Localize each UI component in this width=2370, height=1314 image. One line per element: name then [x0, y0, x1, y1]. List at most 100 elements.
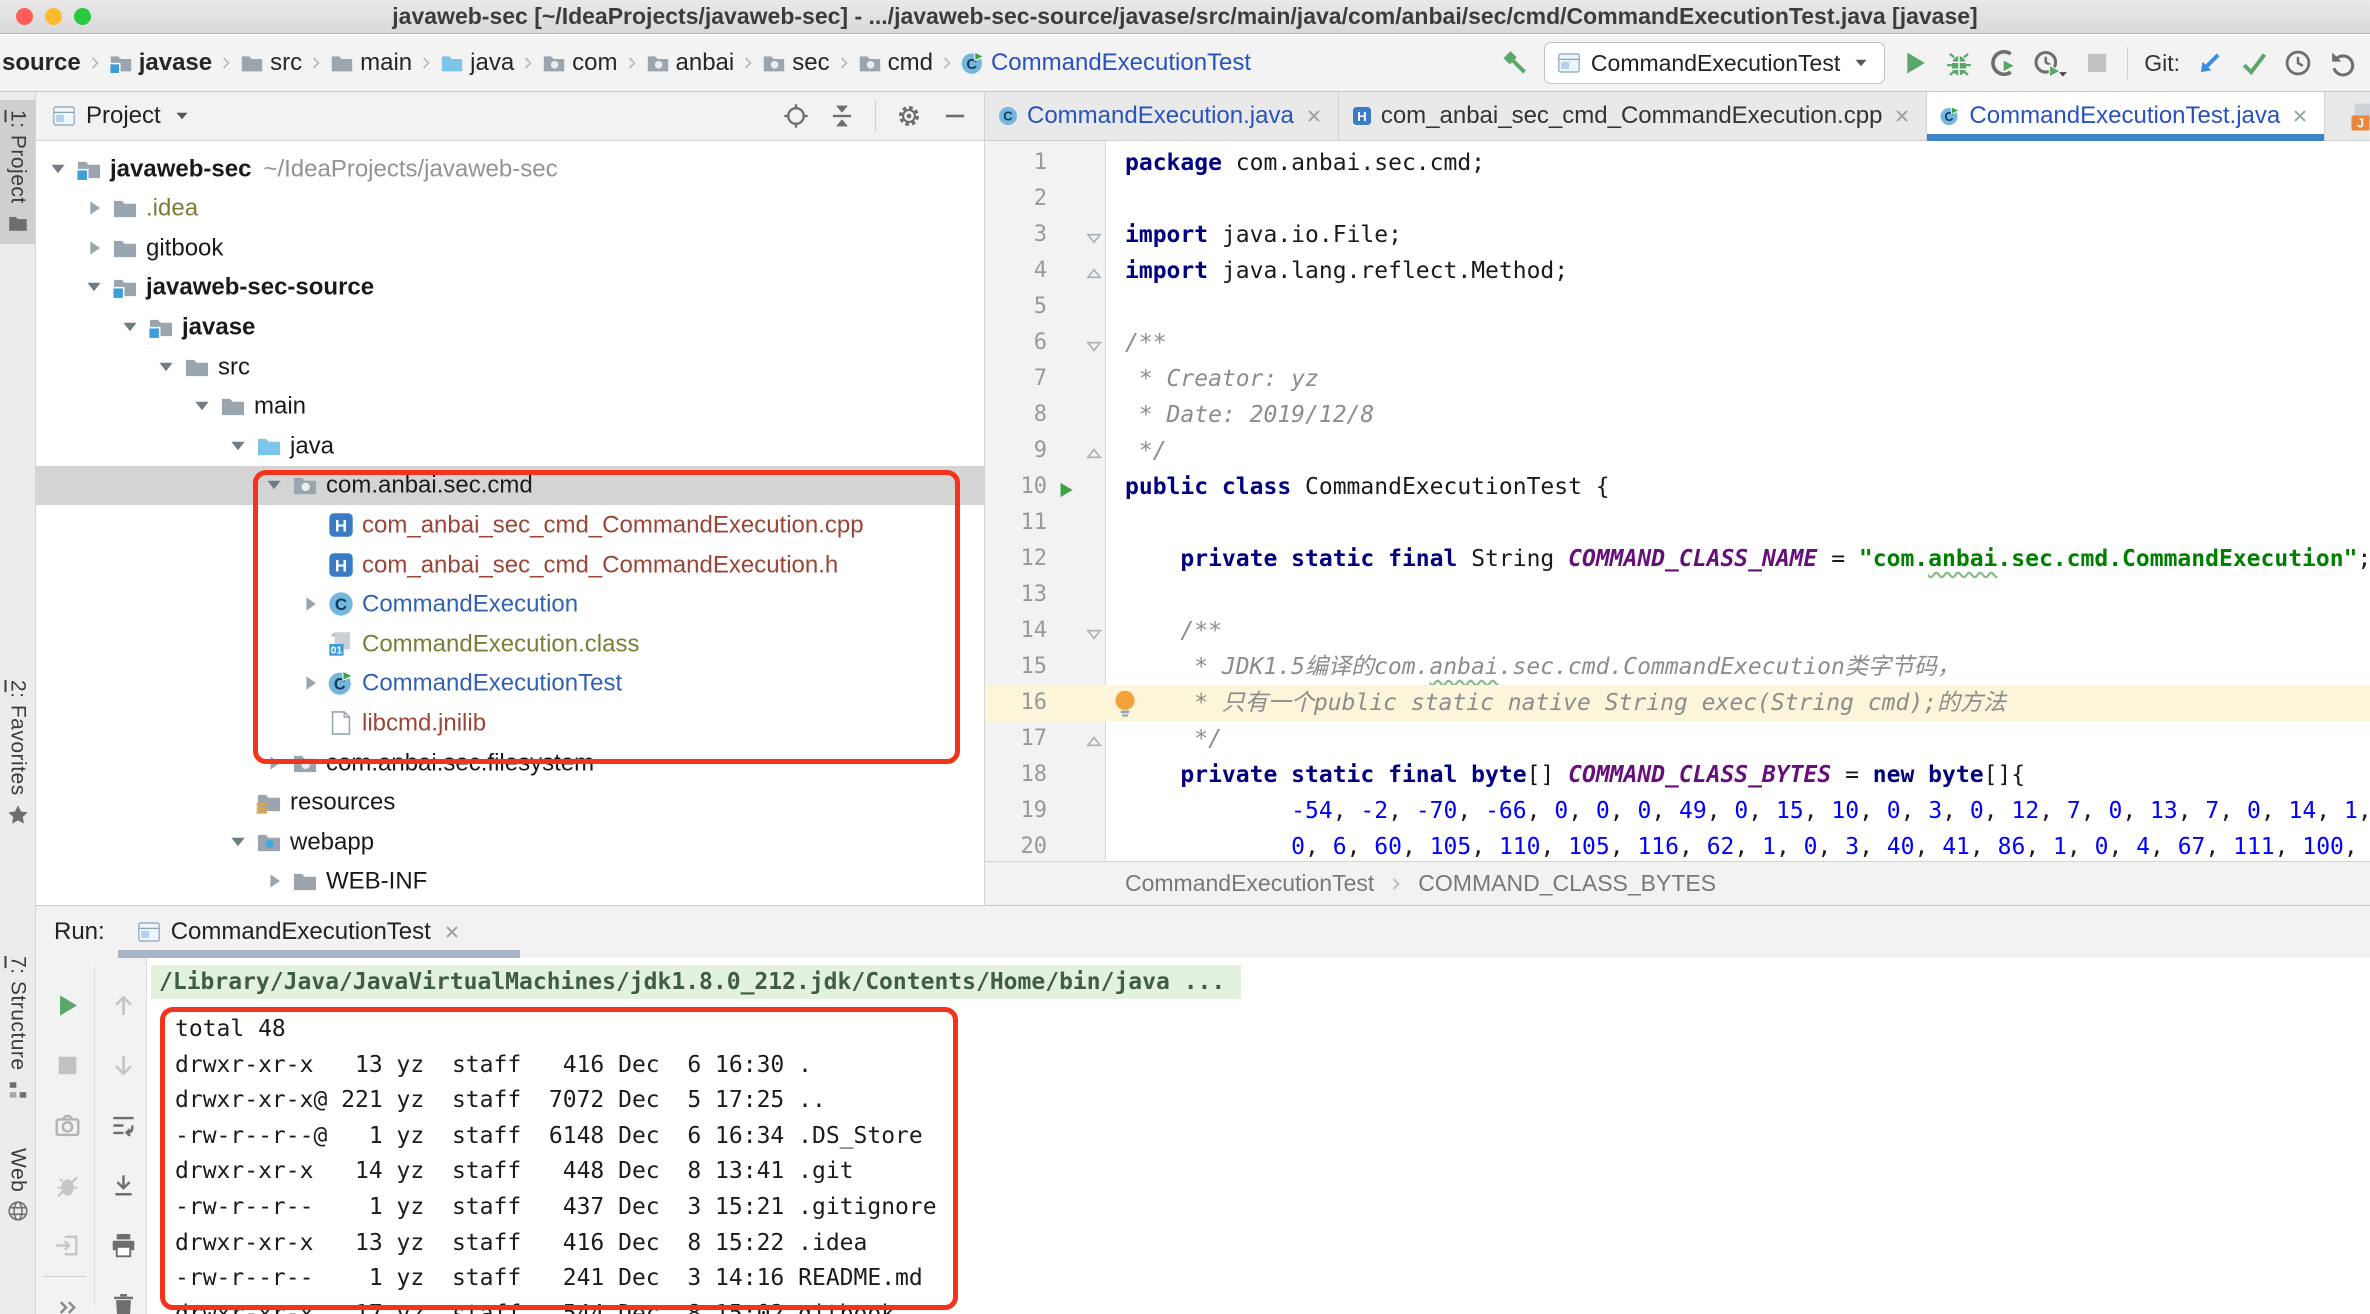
close-icon[interactable] [1891, 105, 1913, 127]
prev-occurrence-icon[interactable] [110, 992, 137, 1019]
fold-marker-icon[interactable] [1083, 224, 1105, 246]
print-icon[interactable] [110, 1232, 137, 1259]
code-line-6[interactable]: 6/** [985, 325, 2370, 361]
tool-window-button-structure[interactable]: 7: Structure [0, 946, 35, 1111]
run-config-select[interactable]: CommandExecutionTest [1544, 42, 1885, 84]
code-line-17[interactable]: 17 */ [985, 721, 2370, 757]
next-occurrence-icon[interactable] [110, 1052, 137, 1079]
code-line-4[interactable]: 4import java.lang.reflect.Method; [985, 253, 2370, 289]
code-line-9[interactable]: 9 */ [985, 433, 2370, 469]
tree-row-WEB-INF[interactable]: WEB-INF [36, 862, 984, 901]
code-line-3[interactable]: 3import java.io.File; [985, 217, 2370, 253]
fold-marker-icon[interactable] [1083, 332, 1105, 354]
attach-debugger-icon[interactable] [54, 1172, 81, 1199]
tree-row-com_anbai_sec_cmd_CommandExecution.cpp[interactable]: Hcom_anbai_sec_cmd_CommandExecution.cpp [36, 505, 984, 544]
git-commit-icon[interactable] [2240, 49, 2268, 77]
tree-row-gitbook[interactable]: gitbook [36, 228, 984, 267]
profiler-button[interactable] [2033, 49, 2067, 77]
tree-row-resources[interactable]: resources [36, 783, 984, 822]
editor-tab-CommandExecutionTest.java[interactable]: CCommandExecutionTest.java [1927, 92, 2325, 140]
code-line-16[interactable]: 16 * 只有一个public static native String exe… [985, 685, 2370, 721]
breadcrumb-item-javase[interactable]: javase [109, 49, 212, 77]
close-window-button[interactable] [16, 8, 33, 25]
tree-row-.idea[interactable]: .idea [36, 189, 984, 228]
code-editor[interactable]: 1package com.anbai.sec.cmd;23import java… [985, 141, 2370, 861]
chevron-right-icon[interactable] [82, 196, 106, 220]
tool-window-button-favorites[interactable]: 2: Favorites [0, 670, 35, 836]
breadcrumb-item-CommandExecutionTest[interactable]: CCommandExecutionTest [961, 49, 1251, 77]
code-line-5[interactable]: 5 [985, 289, 2370, 325]
breadcrumb-item-java[interactable]: java [440, 49, 514, 77]
soft-wrap-icon[interactable] [110, 1112, 137, 1139]
code-line-13[interactable]: 13 [985, 577, 2370, 613]
code-line-19[interactable]: 19 -54, -2, -70, -66, 0, 0, 0, 49, 0, 15… [985, 793, 2370, 829]
tool-window-button-web[interactable]: Web [0, 1138, 35, 1232]
tree-row-src[interactable]: src [36, 347, 984, 386]
close-icon[interactable] [1303, 105, 1325, 127]
breadcrumb-item-sec[interactable]: sec [762, 49, 829, 77]
close-icon[interactable] [2289, 105, 2311, 127]
rerun-icon[interactable] [54, 992, 81, 1019]
breadcrumb-item-main[interactable]: main [330, 49, 412, 77]
chevron-right-icon[interactable] [298, 671, 322, 695]
exit-icon[interactable] [54, 1232, 81, 1259]
chevron-right-icon[interactable] [82, 236, 106, 260]
git-history-icon[interactable] [2284, 49, 2312, 77]
dump-threads-icon[interactable] [54, 1112, 81, 1139]
tree-row-javaweb-sec[interactable]: javaweb-sec~/IdeaProjects/javaweb-sec [36, 149, 984, 188]
code-line-2[interactable]: 2 [985, 181, 2370, 217]
tree-row-main[interactable]: main [36, 387, 984, 426]
chevron-down-icon[interactable] [46, 157, 70, 181]
breadcrumb-item-anbai[interactable]: anbai [646, 49, 735, 77]
project-panel-title[interactable]: Project [86, 102, 161, 130]
code-line-20[interactable]: 20 0, 6, 60, 105, 110, 105, 116, 62, 1, … [985, 829, 2370, 865]
run-with-coverage-button[interactable] [1989, 49, 2017, 77]
run-button[interactable] [1901, 49, 1929, 77]
code-line-15[interactable]: 15 * JDK1.5编译的com.anbai.sec.cmd.CommandE… [985, 649, 2370, 685]
breadcrumb-item-com[interactable]: com [542, 49, 617, 77]
fold-marker-icon[interactable] [1083, 620, 1105, 642]
editor-breadcrumb-item-CommandExecutionTest[interactable]: CommandExecutionTest [1125, 870, 1374, 897]
build-project-icon[interactable] [1500, 49, 1528, 77]
chevron-right-icon[interactable] [298, 592, 322, 616]
chevron-down-icon[interactable] [262, 473, 286, 497]
clear-all-icon[interactable] [110, 1292, 137, 1314]
code-line-18[interactable]: 18 private static final byte[] COMMAND_C… [985, 757, 2370, 793]
chevron-down-icon[interactable] [226, 434, 250, 458]
code-line-14[interactable]: 14 /** [985, 613, 2370, 649]
code-line-7[interactable]: 7 * Creator: yz [985, 361, 2370, 397]
breadcrumb-item-source[interactable]: source [2, 49, 81, 77]
breadcrumb-item-cmd[interactable]: cmd [858, 49, 933, 77]
zoom-window-button[interactable] [74, 8, 91, 25]
select-opened-file-icon[interactable] [783, 103, 809, 129]
tree-row-com.anbai.sec.cmd[interactable]: com.anbai.sec.cmd [36, 466, 984, 505]
tree-row-CommandExecution[interactable]: CCommandExecution [36, 585, 984, 624]
chevron-down-icon[interactable] [154, 355, 178, 379]
fold-marker-icon[interactable] [1083, 440, 1105, 462]
editor-tab-CommandExecution.java[interactable]: CCommandExecution.java [985, 92, 1339, 140]
more-actions-icon[interactable] [54, 1294, 81, 1314]
code-line-8[interactable]: 8 * Date: 2019/12/8 [985, 397, 2370, 433]
stop-button[interactable] [2083, 49, 2111, 77]
gear-icon[interactable] [896, 103, 922, 129]
fold-marker-icon[interactable] [1083, 260, 1105, 282]
breadcrumb-item-src[interactable]: src [240, 49, 302, 77]
code-line-11[interactable]: 11 [985, 505, 2370, 541]
collapse-all-icon[interactable] [829, 103, 855, 129]
chevron-right-icon[interactable] [262, 751, 286, 775]
tree-row-javaweb-sec-source[interactable]: javaweb-sec-source [36, 268, 984, 307]
chevron-down-icon[interactable] [190, 394, 214, 418]
chevron-down-icon[interactable] [82, 275, 106, 299]
editor-breadcrumb-item-COMMAND_CLASS_BYTES[interactable]: COMMAND_CLASS_BYTES [1418, 870, 1716, 897]
code-line-12[interactable]: 12 private static final String COMMAND_C… [985, 541, 2370, 577]
fold-marker-icon[interactable] [1083, 728, 1105, 750]
chevron-right-icon[interactable] [262, 869, 286, 893]
tree-row-java[interactable]: java [36, 426, 984, 465]
chevron-down-icon[interactable] [226, 830, 250, 854]
debug-button[interactable] [1945, 49, 1973, 77]
tree-row-libcmd.jnilib[interactable]: libcmd.jnilib [36, 703, 984, 742]
tree-row-javase[interactable]: javase [36, 307, 984, 346]
tree-row-webapp[interactable]: webapp [36, 822, 984, 861]
git-update-icon[interactable] [2196, 49, 2224, 77]
git-rollback-icon[interactable] [2328, 49, 2356, 77]
